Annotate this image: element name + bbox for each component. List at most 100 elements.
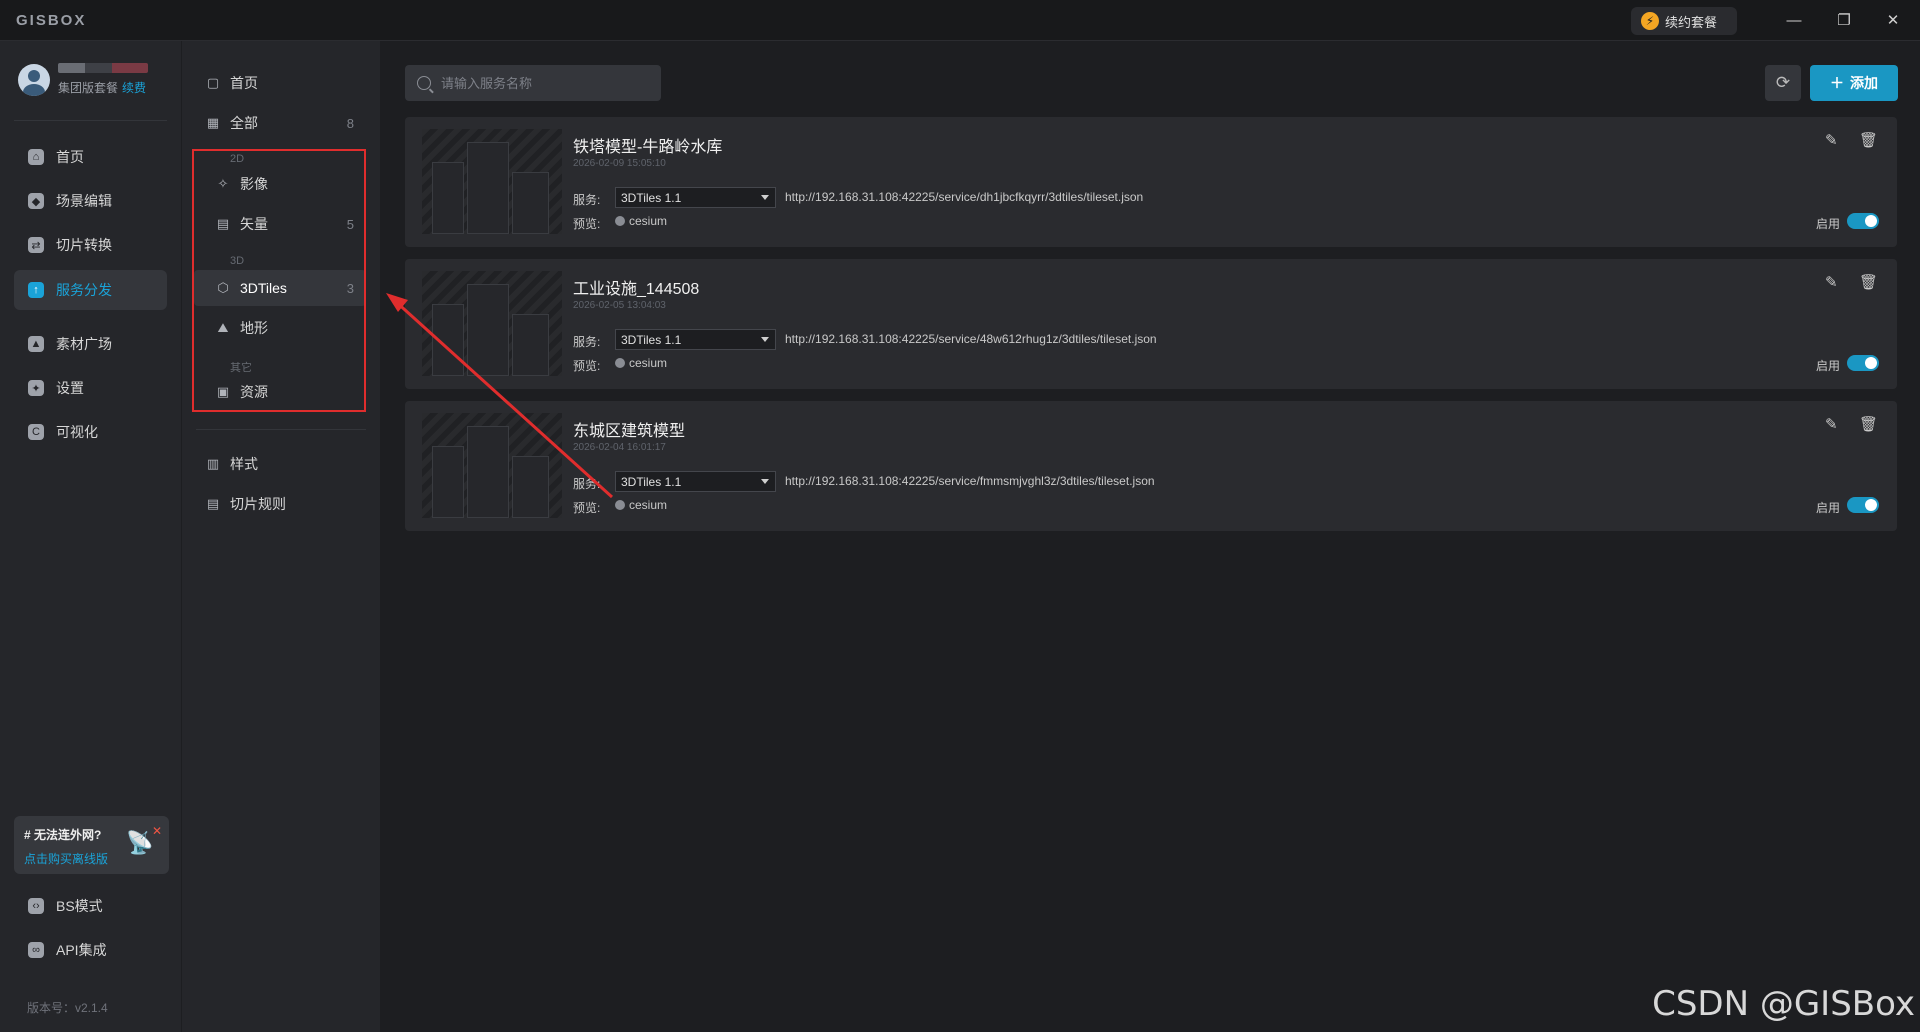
- main-sidebar: 集团版套餐 续费 ⌂ 首页 ◆ 场景编辑 ⇄ 切片转换 ↑ 服务分发 ▲ 素材广场…: [0, 41, 181, 1032]
- card-title: 东城区建筑模型: [573, 423, 686, 440]
- enabled-label: 启用: [1815, 217, 1840, 231]
- plus-icon: ＋: [1830, 75, 1844, 91]
- panel-item-terrain[interactable]: ⛰ 地形: [206, 310, 366, 346]
- chevron-down-icon: [761, 479, 769, 484]
- service-card[interactable]: 铁塔模型-牛路岭水库 2026-02-09 15:05:10 服务: 3DTil…: [405, 117, 1897, 247]
- delete-icon[interactable]: 🗑: [1859, 273, 1878, 291]
- model-thumbnail: [422, 413, 562, 518]
- user-profile[interactable]: 集团版套餐 续费: [18, 63, 148, 96]
- edit-icon[interactable]: ✎: [1825, 415, 1843, 433]
- rules-icon: ▤: [206, 496, 220, 511]
- link-icon: ∞: [28, 942, 44, 958]
- code-icon: ‹›: [28, 898, 44, 914]
- delete-icon[interactable]: 🗑: [1859, 415, 1878, 433]
- enabled-toggle[interactable]: [1847, 497, 1879, 513]
- preview-cesium-link[interactable]: cesium: [615, 498, 667, 512]
- panel-item-3dtiles[interactable]: ⬡ 3DTiles 3: [194, 270, 366, 306]
- panel-item-vector[interactable]: ▤ 矢量 5: [206, 206, 366, 242]
- enabled-label: 启用: [1815, 501, 1840, 515]
- service-label: 服务:: [573, 477, 601, 491]
- visual-icon: C: [28, 424, 44, 440]
- enabled-toggle[interactable]: [1847, 355, 1879, 371]
- preview-label: 预览:: [573, 501, 601, 515]
- enabled-toggle[interactable]: [1847, 213, 1879, 229]
- renew-plan-button[interactable]: ⚡ 续约套餐: [1631, 7, 1737, 35]
- service-type-value: 3DTiles 1.1: [621, 474, 682, 489]
- panel-divider: [196, 429, 366, 430]
- add-button[interactable]: ＋ 添加: [1810, 65, 1898, 101]
- sidebar-item-label: 可视化: [56, 424, 98, 440]
- panel-item-label: 资源: [240, 384, 268, 400]
- preview-label: 预览:: [573, 217, 601, 231]
- search-icon: [417, 76, 431, 90]
- service-card[interactable]: 东城区建筑模型 2026-02-04 16:01:17 服务: 3DTiles …: [405, 401, 1897, 531]
- card-date: 2026-02-09 15:05:10: [573, 158, 666, 169]
- panel-item-label: 首页: [230, 75, 258, 91]
- panel-item-all[interactable]: ▦ 全部 8: [196, 105, 366, 141]
- user-name-redacted: [58, 63, 148, 73]
- service-type-select[interactable]: 3DTiles 1.1: [615, 187, 776, 208]
- satellite-icon: ✧: [217, 176, 229, 191]
- refresh-button[interactable]: ⟳: [1765, 65, 1801, 101]
- sidebar-item-scene-edit[interactable]: ◆ 场景编辑: [14, 181, 167, 221]
- sidebar-item-api[interactable]: ∞ API集成: [14, 930, 167, 970]
- panel-item-label: 全部: [230, 115, 258, 131]
- service-label: 服务:: [573, 193, 601, 207]
- preview-cesium-link[interactable]: cesium: [615, 356, 667, 370]
- close-button[interactable]: ✕: [1879, 8, 1907, 32]
- offline-promo[interactable]: # 无法连外网? 点击购买离线版 📡 ✕: [14, 816, 169, 874]
- card-title: 铁塔模型-牛路岭水库: [573, 139, 723, 156]
- title-bar: GISBOX ⚡ 续约套餐 — ❐ ✕: [0, 0, 1920, 41]
- sidebar-item-label: 设置: [56, 380, 84, 396]
- panel-item-label: 3DTiles: [240, 280, 287, 296]
- edit-icon[interactable]: ✎: [1825, 273, 1843, 291]
- refresh-icon: ⟳: [1775, 73, 1791, 92]
- cube-icon: ◆: [28, 193, 44, 209]
- preview-cesium-link[interactable]: cesium: [615, 214, 667, 228]
- chevron-down-icon: [761, 337, 769, 342]
- edit-icon[interactable]: ✎: [1825, 131, 1843, 149]
- restore-button[interactable]: ❐: [1830, 8, 1858, 32]
- service-type-select[interactable]: 3DTiles 1.1: [615, 329, 776, 350]
- panel-item-tile-rules[interactable]: ▤ 切片规则: [196, 486, 366, 522]
- gear-icon: ✦: [28, 380, 44, 396]
- preview-label: 预览:: [573, 359, 601, 373]
- sidebar-item-label: 素材广场: [56, 336, 112, 352]
- lightning-icon: ⚡: [1641, 12, 1659, 30]
- model-thumbnail: [422, 271, 562, 376]
- renew-link[interactable]: 续费: [122, 81, 146, 95]
- globe-icon: [615, 358, 625, 368]
- panel-item-label: 影像: [240, 176, 268, 192]
- service-url[interactable]: http://192.168.31.108:42225/service/dh1j…: [785, 190, 1143, 204]
- sidebar-item-tile-convert[interactable]: ⇄ 切片转换: [14, 225, 167, 265]
- service-url[interactable]: http://192.168.31.108:42225/service/fmms…: [785, 474, 1155, 488]
- sidebar-item-visualization[interactable]: C 可视化: [14, 412, 167, 452]
- convert-icon: ⇄: [28, 237, 44, 253]
- service-type-value: 3DTiles 1.1: [621, 332, 682, 347]
- sidebar-item-assets[interactable]: ▲ 素材广场: [14, 324, 167, 364]
- panel-item-home[interactable]: ▢ 首页: [196, 65, 366, 101]
- panel-item-resource[interactable]: ▣ 资源: [206, 374, 366, 410]
- card-title: 工业设施_144508: [573, 281, 700, 298]
- search-box[interactable]: [405, 65, 661, 101]
- sidebar-item-bs-mode[interactable]: ‹› BS模式: [14, 886, 167, 926]
- sidebar-item-home[interactable]: ⌂ 首页: [14, 137, 167, 177]
- watermark: CSDN @GISBox: [1652, 984, 1915, 1024]
- delete-icon[interactable]: 🗑: [1859, 131, 1878, 149]
- sidebar-item-service-publish[interactable]: ↑ 服务分发: [14, 270, 167, 310]
- search-input[interactable]: [439, 74, 643, 92]
- panel-item-label: 地形: [240, 320, 268, 336]
- panel-item-imagery[interactable]: ✧ 影像: [206, 166, 366, 202]
- offline-buy-link[interactable]: 点击购买离线版: [24, 850, 108, 867]
- minimize-button[interactable]: —: [1780, 8, 1808, 32]
- offline-title: # 无法连外网?: [24, 828, 102, 842]
- mountain-icon: ⛰: [217, 320, 229, 335]
- service-url[interactable]: http://192.168.31.108:42225/service/48w6…: [785, 332, 1157, 346]
- service-card[interactable]: 工业设施_144508 2026-02-05 13:04:03 服务: 3DTi…: [405, 259, 1897, 389]
- sidebar-item-settings[interactable]: ✦ 设置: [14, 368, 167, 408]
- grid-icon: ▦: [206, 115, 220, 130]
- service-type-select[interactable]: 3DTiles 1.1: [615, 471, 776, 492]
- panel-item-style[interactable]: ▥ 样式: [196, 446, 366, 482]
- card-date: 2026-02-04 16:01:17: [573, 442, 666, 453]
- renew-plan-label: 续约套餐: [1665, 14, 1718, 30]
